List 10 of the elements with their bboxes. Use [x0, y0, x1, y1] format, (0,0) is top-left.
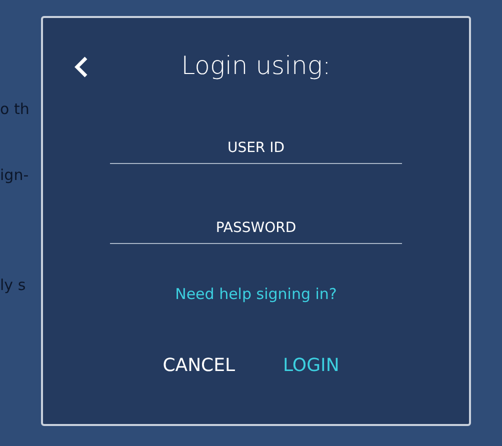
cancel-button[interactable]: CANCEL	[158, 354, 240, 378]
background-text: o th	[0, 99, 30, 120]
help-link[interactable]: Need help signing in?	[175, 284, 337, 304]
login-button[interactable]: LOGIN	[279, 354, 344, 378]
background-text: ly s	[0, 275, 26, 296]
background-text: ign-	[0, 165, 29, 186]
dialog-title: Login using:	[181, 50, 331, 82]
back-chevron-icon[interactable]	[73, 56, 89, 78]
input-field[interactable]: USER ID	[110, 132, 402, 164]
input-field[interactable]: PASSWORD	[110, 212, 402, 244]
